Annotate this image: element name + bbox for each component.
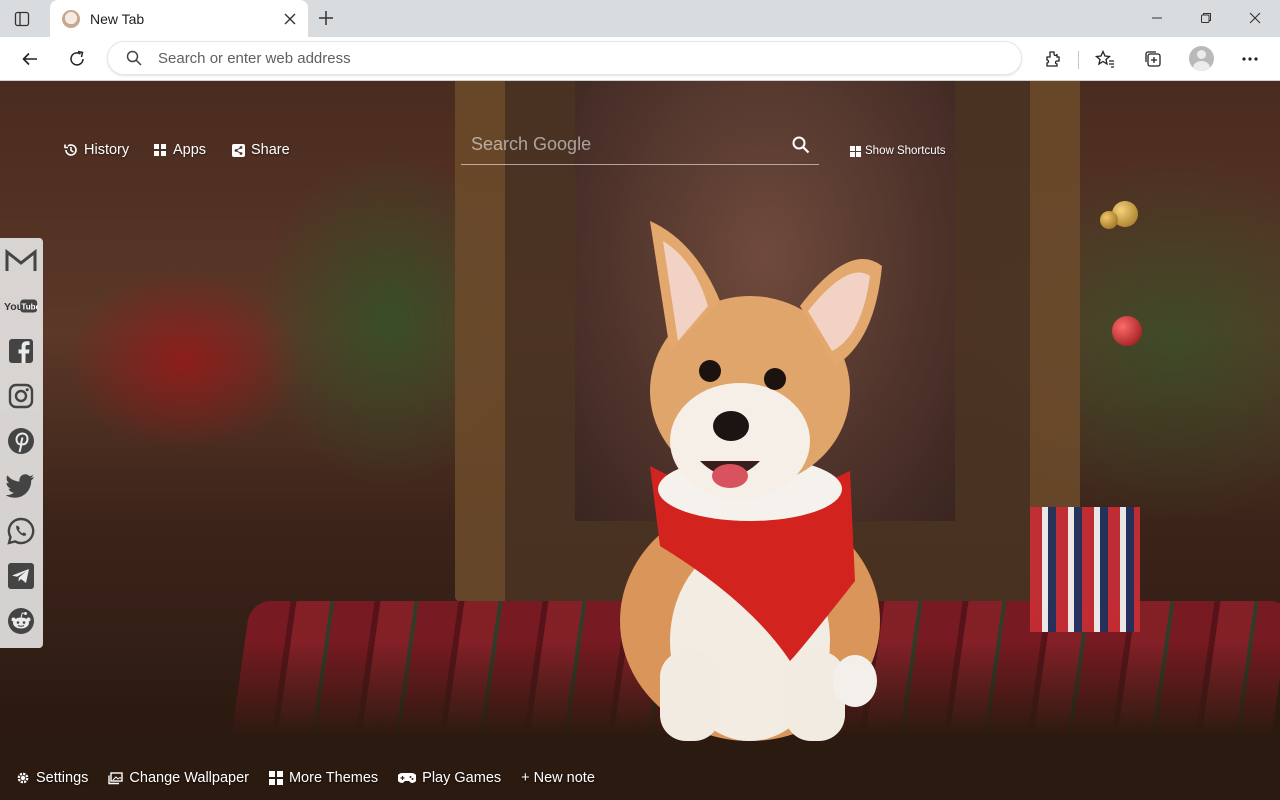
window-close-icon[interactable]: [1235, 4, 1275, 32]
share-label: Share: [251, 142, 290, 158]
browser-toolbar: [0, 37, 1280, 81]
twitter-icon[interactable]: [4, 469, 38, 503]
share-icon: [232, 143, 245, 157]
play-games-button[interactable]: Play Games: [398, 770, 501, 786]
wallpaper-gift: [1030, 507, 1140, 632]
more-themes-button[interactable]: More Themes: [268, 770, 379, 786]
apps-link[interactable]: Apps: [153, 142, 206, 158]
more-dots-icon[interactable]: [1235, 45, 1265, 73]
profile-avatar-icon[interactable]: [1189, 46, 1214, 71]
dog-favicon-icon: [62, 9, 80, 28]
apps-label: Apps: [173, 142, 207, 158]
change-wallpaper-button[interactable]: Change Wallpaper: [108, 770, 249, 786]
wallpaper-corgi: [620, 221, 882, 741]
history-icon: [64, 144, 77, 156]
share-link[interactable]: Share: [232, 142, 290, 158]
social-sidebar: YouTube: [0, 238, 43, 648]
history-link[interactable]: History: [64, 142, 129, 158]
minimize-icon[interactable]: [1137, 4, 1177, 32]
new-tab-page: History Apps Share Show Shortcuts YouTub…: [0, 81, 1280, 800]
restore-icon[interactable]: [1186, 4, 1226, 32]
google-search-box[interactable]: [461, 125, 819, 165]
new-tab-button[interactable]: [314, 6, 338, 30]
gmail-icon[interactable]: [4, 244, 38, 278]
new-note-button[interactable]: + New note: [521, 770, 595, 786]
tab-close-icon[interactable]: [278, 7, 302, 31]
gamepad-icon: [398, 773, 417, 783]
more-themes-label: More Themes: [288, 770, 379, 786]
settings-label: Settings: [36, 770, 89, 786]
tab-strip: New Tab: [0, 0, 1280, 37]
show-shortcuts-label: Show Shortcuts: [865, 145, 946, 157]
wallpaper-icon: [108, 771, 124, 784]
apps-grid-icon: [154, 144, 166, 156]
wallpaper-ornament: [1112, 316, 1142, 346]
search-submit-icon[interactable]: [789, 133, 813, 157]
new-note-label: + New note: [521, 770, 595, 786]
reddit-icon[interactable]: [4, 604, 38, 638]
history-label: History: [84, 142, 130, 158]
instagram-icon[interactable]: [4, 379, 38, 413]
whatsapp-icon[interactable]: [4, 514, 38, 548]
show-shortcuts-button[interactable]: Show Shortcuts: [850, 145, 946, 157]
facebook-icon[interactable]: [4, 334, 38, 368]
telegram-icon[interactable]: [4, 559, 38, 593]
extensions-icon[interactable]: [1037, 45, 1067, 73]
google-search-input[interactable]: [471, 134, 789, 155]
address-input[interactable]: [158, 49, 958, 67]
themes-grid-icon: [268, 771, 283, 785]
active-tab[interactable]: New Tab: [50, 0, 308, 37]
bottom-bar: Settings Change Wallpaper More Themes Pl…: [16, 770, 595, 786]
favorites-icon[interactable]: [1090, 45, 1120, 73]
address-bar[interactable]: [107, 41, 1022, 75]
settings-button[interactable]: Settings: [16, 770, 88, 786]
toolbar-divider: [1078, 51, 1079, 69]
youtube-icon[interactable]: YouTube: [4, 289, 38, 323]
collections-icon[interactable]: [1138, 45, 1168, 73]
change-wallpaper-label: Change Wallpaper: [129, 770, 249, 786]
youtube-tube-text: Tube: [21, 303, 38, 312]
search-icon: [124, 48, 144, 68]
shortcuts-grid-icon: [850, 145, 861, 157]
pinterest-icon[interactable]: [4, 424, 38, 458]
tab-title: New Tab: [90, 10, 145, 27]
wallpaper-ornament: [1100, 211, 1118, 229]
play-games-label: Play Games: [422, 770, 502, 786]
refresh-icon[interactable]: [62, 45, 92, 73]
back-arrow-icon[interactable]: [15, 45, 45, 73]
tab-actions-icon[interactable]: [10, 8, 34, 30]
gear-icon: [17, 772, 29, 784]
